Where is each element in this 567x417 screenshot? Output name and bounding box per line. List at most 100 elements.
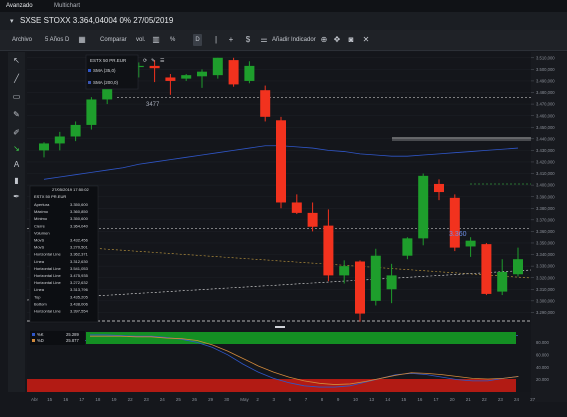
candle-body [355, 261, 365, 314]
info-row-label: Horizontal Line [34, 252, 61, 257]
legend-sma1: SMA (35,0) [93, 68, 116, 73]
info-row-label: Cierre [34, 223, 46, 228]
price-tick-label: 3.500,000 [536, 67, 555, 72]
x-tick-label: 15 [47, 397, 53, 402]
info-row-label: Horizontal Line [34, 266, 61, 271]
x-tick-label: 20 [450, 397, 456, 402]
price-tick-label: 3.480,000 [536, 90, 555, 95]
info-row-value: 3.438,006 [70, 301, 89, 306]
x-tick-label: 23 [144, 397, 150, 402]
trading-app: Avanzado Multichart ▾ SXSE STOXX 3.364,0… [0, 0, 567, 417]
stoch-tick-label: 60.000 [536, 352, 549, 357]
x-tick-label: 22 [482, 397, 488, 402]
annotation-left: 3477 [146, 102, 160, 108]
x-tick-label: 9 [337, 397, 340, 402]
candle-body [244, 65, 255, 81]
info-row-value: 3.360,850 [70, 209, 89, 214]
info-row-value: 3.270,501 [70, 245, 89, 250]
price-tick-label: 3.340,000 [536, 252, 555, 257]
info-row-value: 3.364,040 [70, 223, 89, 228]
candle-body [339, 266, 350, 276]
info-row-label: Volumen [34, 230, 50, 235]
x-tick-label: 14 [385, 397, 391, 402]
legend-sma2-swatch [88, 81, 91, 84]
x-tick-label: 10 [353, 397, 359, 402]
info-row-label: MovS [34, 245, 45, 250]
candle-body [70, 124, 81, 137]
candle-body [212, 57, 223, 76]
info-row-label: Mínimo [34, 216, 48, 221]
price-tick-label: 3.410,000 [536, 171, 555, 176]
list-icon: ☰ [160, 58, 165, 64]
x-tick-label: 21 [466, 397, 472, 402]
x-tick-label: 26 [192, 397, 198, 402]
x-tick-label: 24 [514, 397, 520, 402]
x-tick-label: 23 [498, 397, 504, 402]
x-tick-label: 16 [417, 397, 423, 402]
info-row-value: 3.475,935 [70, 273, 89, 278]
price-tick-label: 3.350,000 [536, 241, 555, 246]
x-tick-label: 13 [369, 397, 375, 402]
indicator-legend-value: 25.877 [66, 338, 79, 343]
info-row-value: 3.435,205 [70, 294, 89, 299]
candle-body [86, 99, 97, 125]
info-row-value: 3.313,796 [70, 287, 89, 292]
info-row-value: 3.541,053 [70, 266, 89, 271]
price-tick-label: 3.310,000 [536, 287, 555, 292]
candle-body [149, 65, 160, 69]
info-row-label: Línea [34, 259, 45, 264]
x-tick-label: Abr [31, 397, 39, 402]
info-row-label: Horizontal Line [34, 280, 61, 285]
candle-body [39, 143, 49, 151]
candle-body [418, 175, 429, 239]
x-tick-label: 6 [289, 397, 292, 402]
info-row-label: MovS [34, 238, 45, 243]
candle-body [181, 75, 192, 79]
candle-body [228, 60, 239, 85]
info-row-label: Bottom [34, 301, 47, 306]
x-tick-label: 27 [530, 397, 536, 402]
x-tick-label: 2 [256, 397, 259, 402]
stoch-tick-label: 80.000 [536, 340, 549, 345]
stoch-tick-label: 20.000 [536, 377, 549, 382]
info-row-label: Horizontal Line [34, 273, 61, 278]
price-tick-label: 3.430,000 [536, 148, 555, 153]
price-tick-label: 3.360,000 [536, 229, 555, 234]
x-tick-label: 7 [305, 397, 308, 402]
info-row-value: 3.312,630 [70, 259, 89, 264]
price-tick-label: 3.370,000 [536, 217, 555, 222]
stoch-oversold-band [27, 379, 516, 392]
price-tick-label: 3.290,000 [536, 310, 555, 315]
candle-body [307, 212, 318, 227]
candle-body [481, 244, 492, 294]
candle-body [434, 183, 444, 193]
indicator-legend-label: %K [37, 332, 44, 337]
price-tick-label: 3.330,000 [536, 264, 555, 269]
x-tick-label: 24 [160, 397, 166, 402]
candle-body [54, 136, 65, 144]
x-tick-label: 22 [128, 397, 134, 402]
candle-body [513, 259, 523, 275]
candle-body [370, 255, 381, 301]
price-chart[interactable]: 3.510,000 3.500,000 3.490,000 3.480,000 3.47… [0, 0, 567, 417]
price-tick-label: 3.300,000 [536, 298, 555, 303]
price-tick-label: 3.420,000 [536, 160, 555, 165]
x-tick-label: 18 [95, 397, 101, 402]
candle-body [465, 240, 476, 247]
info-row-value: 3.362,371 [70, 252, 89, 257]
indicator-legend-value: 25.289 [66, 332, 79, 337]
candle-body [497, 271, 508, 292]
candle-body [449, 197, 460, 248]
edit-icon: ✎ [151, 58, 155, 64]
info-row-label: Línea [34, 287, 45, 292]
price-tick-label: 3.450,000 [536, 125, 555, 130]
indicator-legend-swatch [32, 339, 35, 342]
indicator-legend-swatch [32, 333, 35, 336]
price-tick-label: 3.490,000 [536, 79, 555, 84]
price-tick-label: 3.510,000 [536, 55, 555, 60]
x-tick-label: 8 [321, 397, 324, 402]
candle-body [402, 238, 413, 256]
info-datetime: 27/05/2019 17:50:02 [52, 187, 89, 192]
indicator-legend-label: %D [37, 338, 44, 343]
price-tick-label: 3.440,000 [536, 136, 555, 141]
